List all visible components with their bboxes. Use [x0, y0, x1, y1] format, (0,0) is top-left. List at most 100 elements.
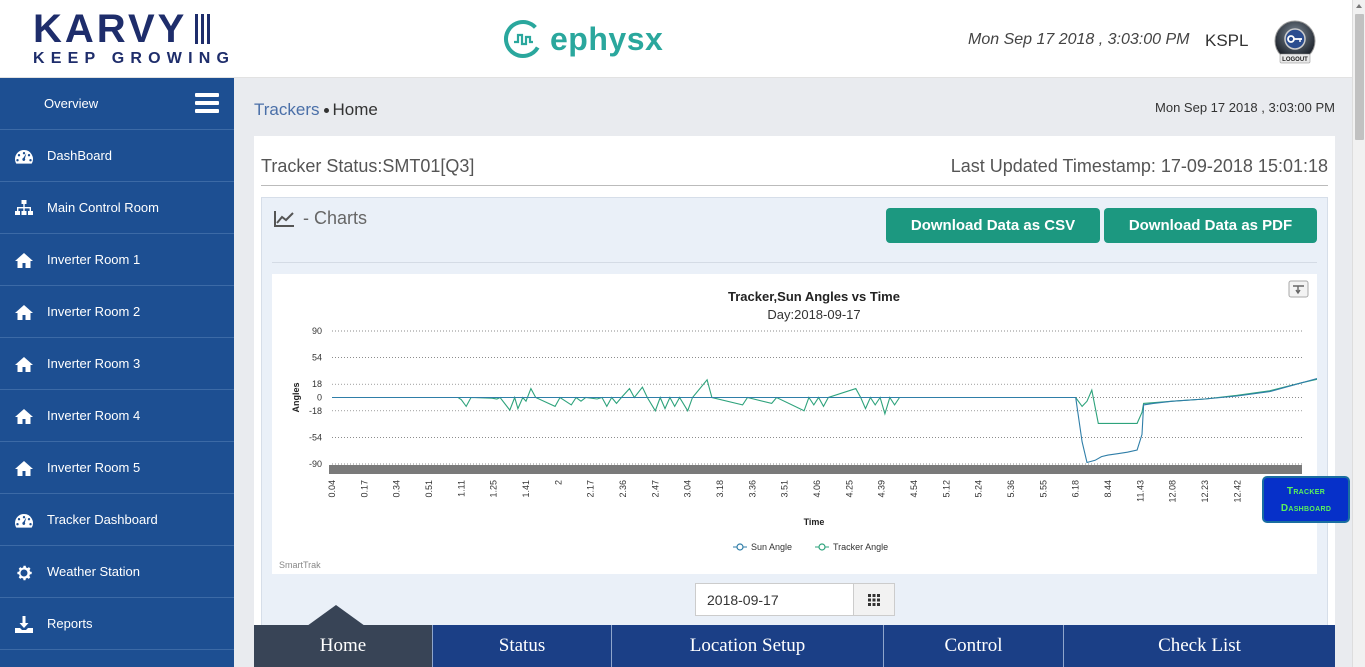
- legend-label-2[interactable]: Tracker Angle: [833, 542, 888, 552]
- x-tick-label: 0.51: [424, 480, 434, 498]
- nav-tab-home[interactable]: Home: [254, 625, 433, 667]
- x-tick-label: 3.04: [683, 480, 693, 498]
- tracker-dashboard-line1: Tracker: [1286, 485, 1326, 497]
- series-line-tracker-angle: [332, 378, 1317, 424]
- sidebar-overview-label: Overview: [44, 96, 99, 111]
- breadcrumb-separator-icon: [323, 108, 329, 113]
- series-line-sun-angle: [332, 378, 1317, 464]
- sidebar-item-tracker-dashboard[interactable]: Tracker Dashboard: [0, 494, 234, 546]
- sidebar-item-label: DashBoard: [47, 148, 113, 163]
- home-icon: [13, 354, 35, 374]
- app-root: KARVY KEEP GROWING ephysx Mon Sep 17 201…: [0, 0, 1365, 667]
- sidebar-item-inverter-room-1[interactable]: Inverter Room 1: [0, 234, 234, 286]
- logout-label: LOGOUT: [1282, 57, 1308, 63]
- sidebar-item-reports[interactable]: Reports: [0, 598, 234, 650]
- sidebar-item-label: Tracker Dashboard: [47, 512, 158, 527]
- y-tick-label: -54: [309, 432, 322, 442]
- y-tick-label: 54: [312, 353, 322, 363]
- date-input[interactable]: 2018-09-17: [696, 584, 853, 615]
- x-tick-label: 3.51: [780, 480, 790, 498]
- charts-divider: [272, 262, 1317, 263]
- chart-subtitle: Day:2018-09-17: [767, 307, 860, 322]
- active-tab-caret: [307, 605, 365, 626]
- x-axis-label: Time: [804, 517, 825, 527]
- x-tick-label: 4.06: [812, 480, 822, 498]
- x-tick-label: 4.39: [877, 480, 887, 498]
- x-tick-label: 12.23: [1200, 480, 1210, 503]
- gear-icon: [13, 562, 35, 582]
- x-tick-label: 1.11: [456, 480, 466, 497]
- download-icon: [13, 614, 35, 634]
- nav-tab-location-setup[interactable]: Location Setup: [612, 625, 884, 667]
- x-tick-label: 6.18: [1071, 480, 1081, 498]
- user-name: KSPL: [1205, 31, 1249, 50]
- x-tick-label: 3.36: [747, 480, 757, 498]
- sidebar-item-inverter-room-4[interactable]: Inverter Room 4: [0, 390, 234, 442]
- sidebar-item-inverter-room-5[interactable]: Inverter Room 5: [0, 442, 234, 494]
- legend-label-1[interactable]: Sun Angle: [751, 542, 792, 552]
- x-tick-label: 0.17: [359, 480, 369, 498]
- y-tick-label: 0: [317, 393, 322, 403]
- y-tick-label: -18: [309, 406, 322, 416]
- tracker-status-title: Tracker Status:SMT01[Q3]: [261, 156, 475, 176]
- sidebar-item-main-control-room[interactable]: Main Control Room: [0, 182, 234, 234]
- sidebar-item-inverter-room-2[interactable]: Inverter Room 2: [0, 286, 234, 338]
- dashboard-gauge-icon: [13, 510, 35, 530]
- nav-tab-status[interactable]: Status: [433, 625, 612, 667]
- charts-box: - Charts Download Data as CSV Download D…: [261, 197, 1328, 667]
- download-csv-button[interactable]: Download Data as CSV: [886, 208, 1100, 243]
- sidebar-item-label: Inverter Room 1: [47, 252, 141, 267]
- ephysx-wave-icon: [504, 20, 542, 58]
- date-picker[interactable]: 2018-09-17: [695, 583, 895, 616]
- hamburger-menu-icon[interactable]: [195, 93, 219, 113]
- y-tick-label: 18: [312, 379, 322, 389]
- sidebar-item-weather-station[interactable]: Weather Station: [0, 546, 234, 598]
- x-tick-label: 11.43: [1135, 480, 1145, 502]
- scroll-thumb[interactable]: [1355, 14, 1364, 140]
- x-tick-label: 5.12: [941, 480, 951, 498]
- logout-key-icon[interactable]: LOGOUT: [1272, 20, 1318, 66]
- nav-tab-control[interactable]: Control: [884, 625, 1064, 667]
- download-pdf-button[interactable]: Download Data as PDF: [1104, 208, 1317, 243]
- sidebar-item-inverter-room-3[interactable]: Inverter Room 3: [0, 338, 234, 390]
- x-tick-label: 12.08: [1168, 480, 1178, 503]
- sidebar-item-label: Main Control Room: [47, 200, 159, 215]
- sidebar-item-label: Weather Station: [47, 564, 140, 579]
- x-tick-label: 5.55: [1038, 480, 1048, 498]
- y-axis-label: Angles: [291, 382, 301, 412]
- x-tick-label: 4.25: [844, 480, 854, 498]
- tracker-status-panel: Tracker Status:SMT01[Q3] Last Updated Ti…: [254, 136, 1335, 667]
- bottom-nav: Home Status Location Setup Control Check Lis…: [254, 625, 1335, 667]
- calendar-grid-icon: [868, 593, 880, 606]
- sitemap-icon: [13, 198, 35, 218]
- chart-title: Tracker,Sun Angles vs Time: [728, 289, 900, 304]
- sidebar-item-dashboard[interactable]: DashBoard: [0, 130, 234, 182]
- legend-marker-2: [818, 543, 826, 551]
- calendar-button[interactable]: [853, 584, 894, 615]
- content-datetime: Mon Sep 17 2018 , 3:03:00 PM: [1155, 100, 1335, 115]
- dashboard-gauge-icon: [13, 146, 35, 166]
- chart-credit: SmartTrak: [279, 560, 321, 570]
- x-axis-band: [329, 465, 1302, 474]
- sidebar-item-label: Inverter Room 3: [47, 356, 141, 371]
- scroll-up-arrow-icon[interactable]: [1356, 4, 1362, 8]
- charts-heading-label: - Charts: [303, 208, 368, 228]
- x-tick-label: 2.47: [650, 480, 660, 498]
- x-tick-label: 4.54: [909, 480, 919, 498]
- angles-chart: Tracker,Sun Angles vs Time Day:2018-09-17…: [272, 274, 1317, 574]
- y-tick-label: 90: [312, 326, 322, 336]
- last-updated-timestamp: Last Updated Timestamp: 17-09-2018 15:01…: [950, 156, 1328, 176]
- x-tick-label: 2.17: [586, 480, 596, 498]
- page-scrollbar[interactable]: [1352, 0, 1365, 667]
- x-tick-label: 3.18: [715, 480, 725, 498]
- sidebar-overview[interactable]: Overview: [0, 78, 234, 130]
- x-tick-label: 1.41: [521, 480, 531, 498]
- top-header: KARVY KEEP GROWING ephysx Mon Sep 17 201…: [0, 0, 1352, 78]
- brand-bars-icon: [195, 14, 211, 44]
- nav-tab-check-list[interactable]: Check List: [1064, 625, 1335, 667]
- tracker-dashboard-button[interactable]: Tracker Dashboard: [1262, 476, 1350, 523]
- x-tick-label: 5.24: [974, 480, 984, 498]
- breadcrumb-link-trackers[interactable]: Trackers: [254, 100, 320, 119]
- x-tick-label: 8.44: [1103, 480, 1113, 498]
- line-chart-icon: [274, 210, 294, 227]
